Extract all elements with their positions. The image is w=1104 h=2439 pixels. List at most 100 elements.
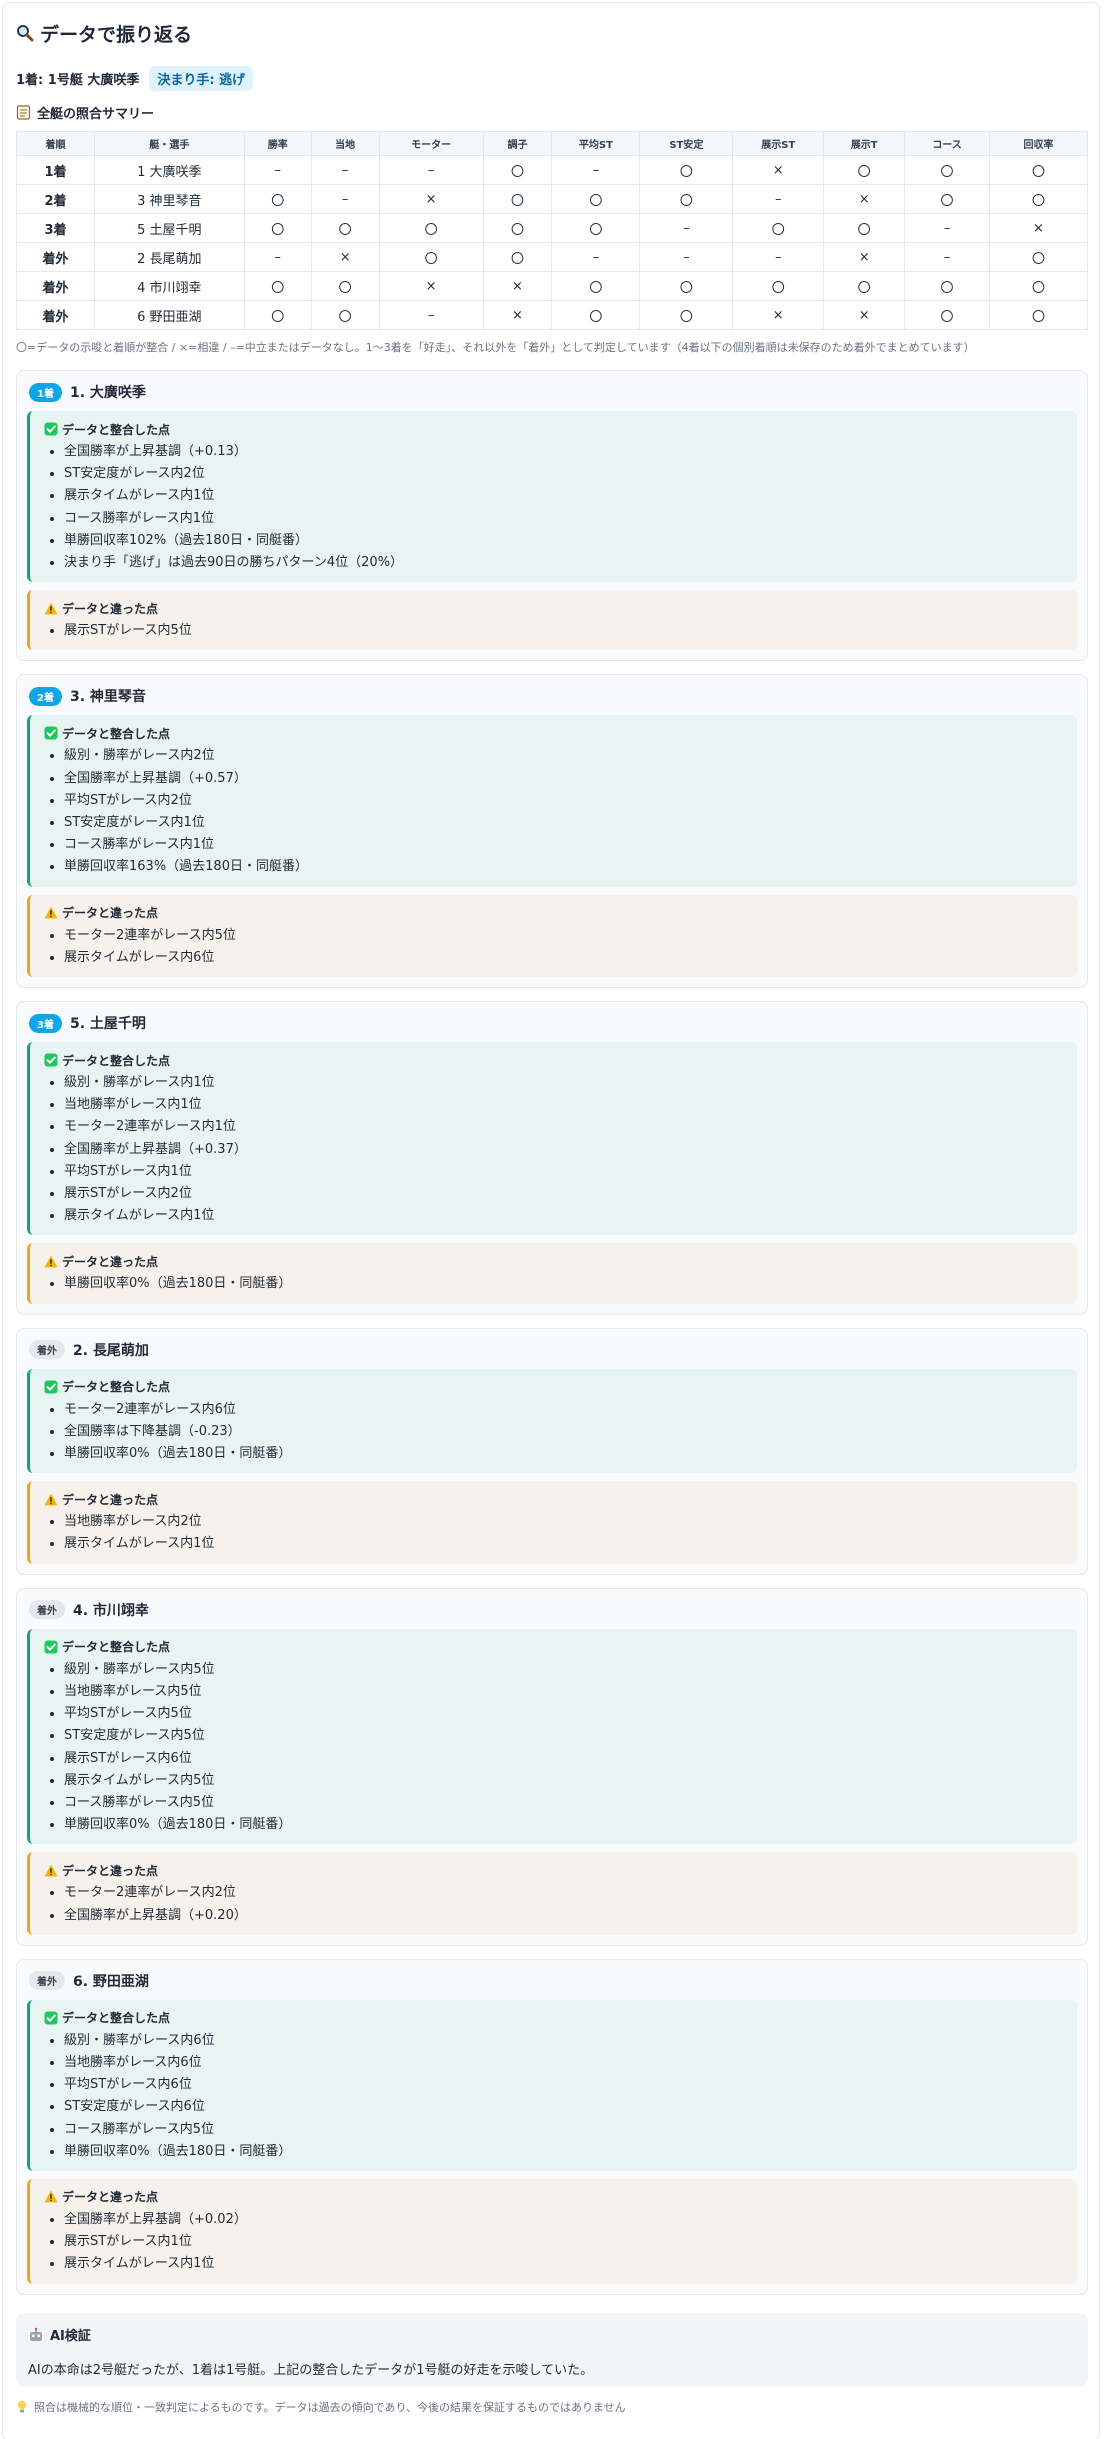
consistent-points-heading: データと整合した点 <box>44 2008 1063 2028</box>
consistent-label: データと整合した点 <box>62 1640 171 1655</box>
racer-card: 着外 2. 長尾萌加データと整合した点モーター2連率がレース内6位全国勝率は下降基… <box>16 1327 1088 1575</box>
consistent-label: データと整合した点 <box>62 1053 171 1068</box>
summary-judgement-cell: 〇 <box>904 300 991 330</box>
ai-verification: AI検証 AIの本命は2号艇だったが、1着は1号艇。上記の整合したデータが1号艇… <box>16 2312 1088 2387</box>
winning-pattern-badge: 決まり手: 逃げ <box>149 65 254 91</box>
summary-row: 2着 3 神里琴音〇 – × 〇〇〇 – × 〇〇 <box>16 184 1088 214</box>
racer-card-heading: 3着 5. 土屋千明 <box>29 1012 1077 1034</box>
summary-judgement-cell: 〇 <box>904 155 991 185</box>
summary-judgement-cell: 〇 <box>823 213 906 243</box>
summary-judgement-cell: – <box>243 155 312 185</box>
inconsistent-label: データと違った点 <box>62 1254 159 1269</box>
summary-judgement-cell: × <box>378 271 484 301</box>
racer-name: 6. 野田亜湖 <box>73 1973 149 1990</box>
finish-rank-badge: 着外 <box>29 1600 65 1620</box>
inconsistent-points-heading: データと違った点 <box>44 2187 1063 2207</box>
point-item: ST安定度がレース内1位 <box>64 812 1063 834</box>
consistent-points-box: データと整合した点級別・勝率がレース内1位当地勝率がレース内1位モーター2連率が… <box>27 1042 1077 1236</box>
racer-name: 2. 長尾萌加 <box>73 1342 149 1359</box>
summary-judgement-cell: 〇 <box>551 300 641 330</box>
summary-judgement-cell: × <box>823 184 906 214</box>
result-line: 1着: 1号艇 大廣咲季 決まり手: 逃げ <box>16 65 1088 91</box>
point-item: 当地勝率がレース内1位 <box>64 1094 1063 1116</box>
summary-judgement-cell: 〇 <box>989 300 1088 330</box>
point-item: 単勝回収率0%（過去180日・同艇番） <box>64 2141 1063 2163</box>
points-list: 級別・勝率がレース内6位当地勝率がレース内6位平均STがレース内6位ST安定度が… <box>44 2030 1063 2163</box>
point-item: 全国勝率が上昇基調（+0.02） <box>64 2209 1063 2231</box>
point-item: 平均STがレース内2位 <box>64 790 1063 812</box>
racer-card: 着外 6. 野田亜湖データと整合した点級別・勝率がレース内6位当地勝率がレース内6… <box>16 1958 1088 2295</box>
inconsistent-points-box: データと違った点モーター2連率がレース内5位展示タイムがレース内6位 <box>27 894 1077 978</box>
summary-judgement-cell: 〇 <box>243 184 312 214</box>
summary-racer-cell: 3 神里琴音 <box>93 184 245 214</box>
ai-text: AIの本命は2号艇だったが、1着は1号艇。上記の整合したデータが1号艇の好走を示… <box>28 2362 594 2378</box>
racer-name: 3. 神里琴音 <box>69 689 146 706</box>
summary-column-header: 平均ST <box>551 131 641 156</box>
ai-heading: AI検証 <box>28 2325 1076 2345</box>
inconsistent-label: データと違った点 <box>62 2190 159 2205</box>
summary-judgement-cell: – <box>904 213 991 243</box>
point-item: 当地勝率がレース内5位 <box>64 1681 1063 1703</box>
warning-icon <box>44 1864 58 1877</box>
summary-judgement-cell: 〇 <box>639 184 734 214</box>
summary-column-header: 展示ST <box>732 131 825 156</box>
summary-rank-cell: 1着 <box>16 155 95 185</box>
finish-rank-badge: 着外 <box>29 1340 65 1360</box>
summary-judgement-cell: – <box>243 242 312 272</box>
summary-rank-cell: 着外 <box>16 242 95 272</box>
ai-title: AI検証 <box>50 2329 91 2345</box>
page-title: データで振り返る <box>16 18 1088 48</box>
racer-card: 2着 3. 神里琴音データと整合した点級別・勝率がレース内2位全国勝率が上昇基調（… <box>16 674 1088 989</box>
page: データで振り返る 1着: 1号艇 大廣咲季 決まり手: 逃げ 全艇の照合サマリー… <box>0 0 1104 2439</box>
summary-judgement-cell: 〇 <box>243 300 312 330</box>
summary-judgement-cell: – <box>551 242 641 272</box>
summary-column-header: 艇・選手 <box>93 131 245 156</box>
summary-racer-cell: 5 土屋千明 <box>93 213 245 243</box>
point-item: モーター2連率がレース内1位 <box>64 1116 1063 1138</box>
summary-rank-cell: 着外 <box>16 300 95 330</box>
point-item: 全国勝率が上昇基調（+0.13） <box>64 441 1063 463</box>
summary-judgement-cell: × <box>823 300 906 330</box>
summary-judgement-cell: 〇 <box>243 213 312 243</box>
points-list: 全国勝率が上昇基調（+0.13）ST安定度がレース内2位展示タイムがレース内1位… <box>44 441 1063 574</box>
summary-judgement-cell: 〇 <box>482 213 553 243</box>
warning-icon <box>44 1493 58 1506</box>
points-list: 単勝回収率0%（過去180日・同艇番） <box>44 1273 1063 1295</box>
summary-column-header: ST安定 <box>639 131 734 156</box>
points-list: 全国勝率が上昇基調（+0.02）展示STがレース内1位展示タイムがレース内1位 <box>44 2209 1063 2276</box>
warning-icon <box>44 906 58 919</box>
summary-judgement-cell: × <box>732 300 825 330</box>
consistent-points-heading: データと整合した点 <box>44 723 1063 743</box>
summary-judgement-cell: 〇 <box>551 213 641 243</box>
inconsistent-points-box: データと違った点単勝回収率0%（過去180日・同艇番） <box>27 1243 1077 1304</box>
inconsistent-label: データと違った点 <box>62 1863 159 1878</box>
warning-icon <box>44 602 58 615</box>
summary-judgement-cell: 〇 <box>243 271 312 301</box>
point-item: 全国勝率が上昇基調（+0.20） <box>64 1905 1063 1927</box>
points-list: モーター2連率がレース内2位全国勝率が上昇基調（+0.20） <box>44 1882 1063 1926</box>
inconsistent-label: データと違った点 <box>62 601 159 616</box>
summary-column-header: 回収率 <box>989 131 1088 156</box>
point-item: 展示タイムがレース内1位 <box>64 2253 1063 2275</box>
summary-judgement-cell: × <box>482 271 553 301</box>
point-item: 展示タイムがレース内1位 <box>64 1205 1063 1227</box>
point-item: 単勝回収率163%（過去180日・同艇番） <box>64 856 1063 878</box>
consistent-points-heading: データと整合した点 <box>44 1637 1063 1657</box>
summary-row: 1着 1 大廣咲季 – – – 〇 – 〇 × 〇〇〇 <box>16 155 1088 185</box>
summary-column-header: 展示T <box>823 131 906 156</box>
summary-judgement-cell: – <box>732 184 825 214</box>
finish-rank-badge: 1着 <box>29 382 62 402</box>
point-item: 単勝回収率102%（過去180日・同艇番） <box>64 530 1063 552</box>
point-item: 決まり手「逃げ」は過去90日の勝ちパターン4位（20%） <box>64 552 1063 574</box>
summary-judgement-cell: 〇 <box>551 271 641 301</box>
summary-judgement-cell: 〇 <box>823 271 906 301</box>
inconsistent-points-box: データと違った点展示STがレース内5位 <box>27 590 1077 651</box>
summary-judgement-cell: 〇 <box>310 300 380 330</box>
check-icon <box>44 726 58 740</box>
summary-judgement-cell: – <box>310 184 380 214</box>
point-item: 単勝回収率0%（過去180日・同艇番） <box>64 1273 1063 1295</box>
point-item: コース勝率がレース内1位 <box>64 508 1063 530</box>
point-item: 単勝回収率0%（過去180日・同艇番） <box>64 1443 1063 1465</box>
point-item: 展示STがレース内1位 <box>64 2231 1063 2253</box>
check-icon <box>44 1053 58 1067</box>
